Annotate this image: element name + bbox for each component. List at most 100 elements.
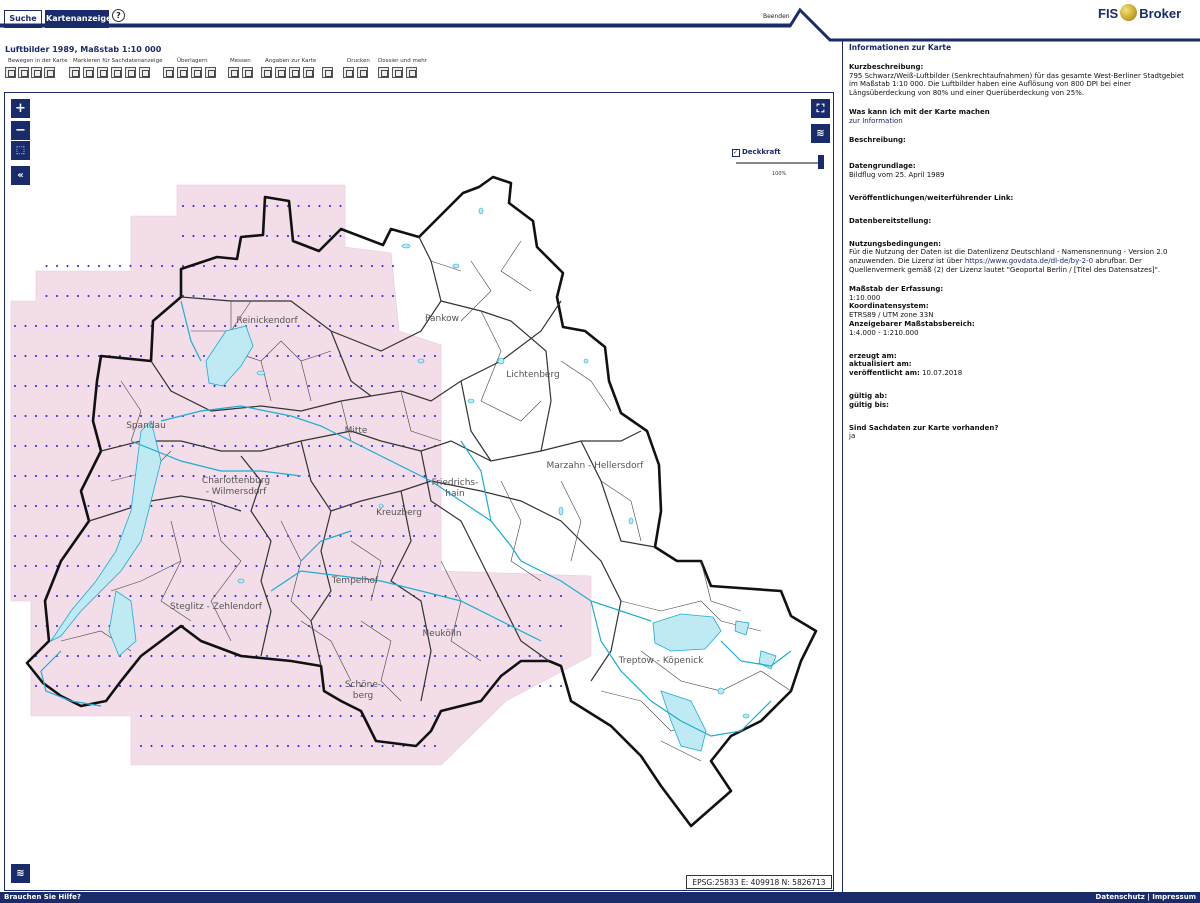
globe-icon [1120,4,1138,21]
field-label: gültig ab: [849,391,888,400]
district-label: Charlottenburg - Wilmersdorf [202,476,270,497]
mark-area-button[interactable] [83,67,94,78]
layers-icon[interactable]: ≋ [811,124,830,143]
print-pdf-button[interactable] [357,67,368,78]
help-link[interactable]: Brauchen Sie Hilfe? [4,892,81,903]
fullscreen-icon[interactable]: ⛶ [811,99,830,118]
district-label: Tempelhof [331,576,379,586]
dossier-list-button[interactable] [392,67,403,78]
district-label: Reinickendorf [236,316,298,326]
display-scale-value: 1:4.000 - 1:210.000 [849,328,919,337]
mark-point-button[interactable] [69,67,80,78]
fis-broker-logo: FIS Broker [1098,4,1181,22]
tab-map-display[interactable]: Kartenanzeige [45,10,112,28]
info-heading: Informationen zur Karte [849,43,952,52]
exit-button[interactable]: Beenden [763,13,790,20]
coordinate-readout: EPSG:25833 E: 409918 N: 5826713 [686,875,832,889]
opacity-slider-handle[interactable] [818,155,824,169]
mark-clear-button[interactable] [139,67,150,78]
published-date: 10.07.2018 [922,369,963,378]
field-label: Veröffentlichungen/weiterführender Link: [849,193,1014,202]
compare-button[interactable] [322,67,333,78]
mail-icon[interactable] [303,67,314,78]
pan-tool-button[interactable] [5,67,16,78]
map-details-button[interactable] [289,67,300,78]
field-label: veröffentlicht am: [849,369,920,378]
overlay-print-button[interactable] [191,67,202,78]
question-icon[interactable]: ? [112,9,125,22]
layers-icon[interactable]: ≋ [11,864,30,883]
field-label: erzeugt am: [849,351,897,360]
attribute-data-value: ja [849,432,856,441]
print-button[interactable] [343,67,354,78]
opacity-control: ✓ Deckkraft [732,148,781,157]
scale-value: 1:10.000 [849,293,881,302]
info-link[interactable]: zur Information [849,117,903,125]
field-label: Datengrundlage: [849,162,916,171]
collapse-panel-button[interactable]: « [11,166,30,185]
crs-value: ETRS89 / UTM zone 33N [849,311,934,320]
toolgroup-label: Messen [230,58,251,64]
toolgroup-label: Bewegen in der Karte [8,58,68,64]
toolgroup-label: Markieren für Sachdatenanzeige [73,58,163,64]
field-label: gültig bis: [849,400,889,409]
toolgroup-label: Überlagern [177,58,208,64]
field-label: Datenbereitstellung: [849,216,932,225]
district-label: Spandau [126,421,166,431]
zoom-tool-button[interactable] [18,67,29,78]
measure-distance-button[interactable] [228,67,239,78]
dossier-button[interactable] [378,67,389,78]
field-label: Sind Sachdaten zur Karte vorhanden? [849,423,999,432]
district-label: Treptow - Köpenick [618,656,705,666]
field-label: Beschreibung: [849,135,906,144]
zoom-box-tool-button[interactable] [31,67,42,78]
toolgroup-label: Angaben zur Karte [265,58,317,64]
overlay-list-button[interactable] [177,67,188,78]
license-link[interactable]: https://www.govdata.de/dl-de/by-2-0 [965,257,1093,265]
legend-button[interactable] [261,67,272,78]
map-title: Luftbilder 1989, Maßstab 1:10 000 [5,45,162,54]
logo-text-right: Broker [1139,6,1182,21]
toolgroup-label: Drucken [347,58,370,64]
district-label: Steglitz - Zehlendorf [170,602,263,612]
opacity-checkbox[interactable]: ✓ [732,149,740,157]
field-label: Anzeigebarer Maßstabsbereich: [849,319,975,328]
field-label: Koordinatensystem: [849,302,929,311]
opacity-label: Deckkraft [742,148,781,156]
map-viewport[interactable]: Reinickendorf Pankow Lichtenberg Spandau… [4,92,834,891]
zoom-extent-button[interactable] [44,67,55,78]
data-basis: Bildflug vom 25. April 1989 [849,171,945,180]
coverage-area [10,184,592,766]
district-label: Lichtenberg [506,370,559,380]
measure-area-button[interactable] [242,67,253,78]
mark-line-button[interactable] [97,67,108,78]
footer-bar: Brauchen Sie Hilfe? Datenschutz | Impres… [0,892,1200,903]
logo-text-left: FIS [1098,6,1119,21]
map-canvas[interactable]: Reinickendorf Pankow Lichtenberg Spandau… [5,93,834,891]
field-label: Was kann ich mit der Karte machen [849,107,990,116]
district-label: Pankow [425,314,459,324]
district-label: Kreuzberg [376,508,422,518]
zoom-in-button[interactable]: + [11,99,30,118]
dahme [660,690,707,752]
top-bar: Suche Kartenanzeige ? Beenden FIS Broker [0,0,1200,40]
privacy-imprint-links[interactable]: Datenschutz | Impressum [1096,892,1196,903]
district-label: Marzahn - Hellersdorf [547,461,645,471]
mark-polygon-button[interactable] [111,67,122,78]
opacity-slider-track[interactable] [736,162,824,164]
zoom-box-icon[interactable]: ⬚ [11,141,30,160]
overlay-button[interactable] [163,67,174,78]
field-label: Kurzbeschreibung: [849,62,924,71]
field-label: Nutzungsbedingungen: [849,239,942,248]
info-icon[interactable] [205,67,216,78]
mueggelsee [652,613,722,652]
mark-table-button[interactable] [125,67,136,78]
field-label: aktualisiert am: [849,360,912,369]
zoom-out-button[interactable]: − [11,121,30,140]
more-button[interactable] [406,67,417,78]
map-info-button[interactable] [275,67,286,78]
district-label: Neukölln [422,629,461,639]
toolgroup-label: Dossier und mehr [378,58,427,64]
tab-search[interactable]: Suche [4,10,42,28]
info-panel: Informationen zur Karte Kurzbeschreibung… [842,40,1200,892]
